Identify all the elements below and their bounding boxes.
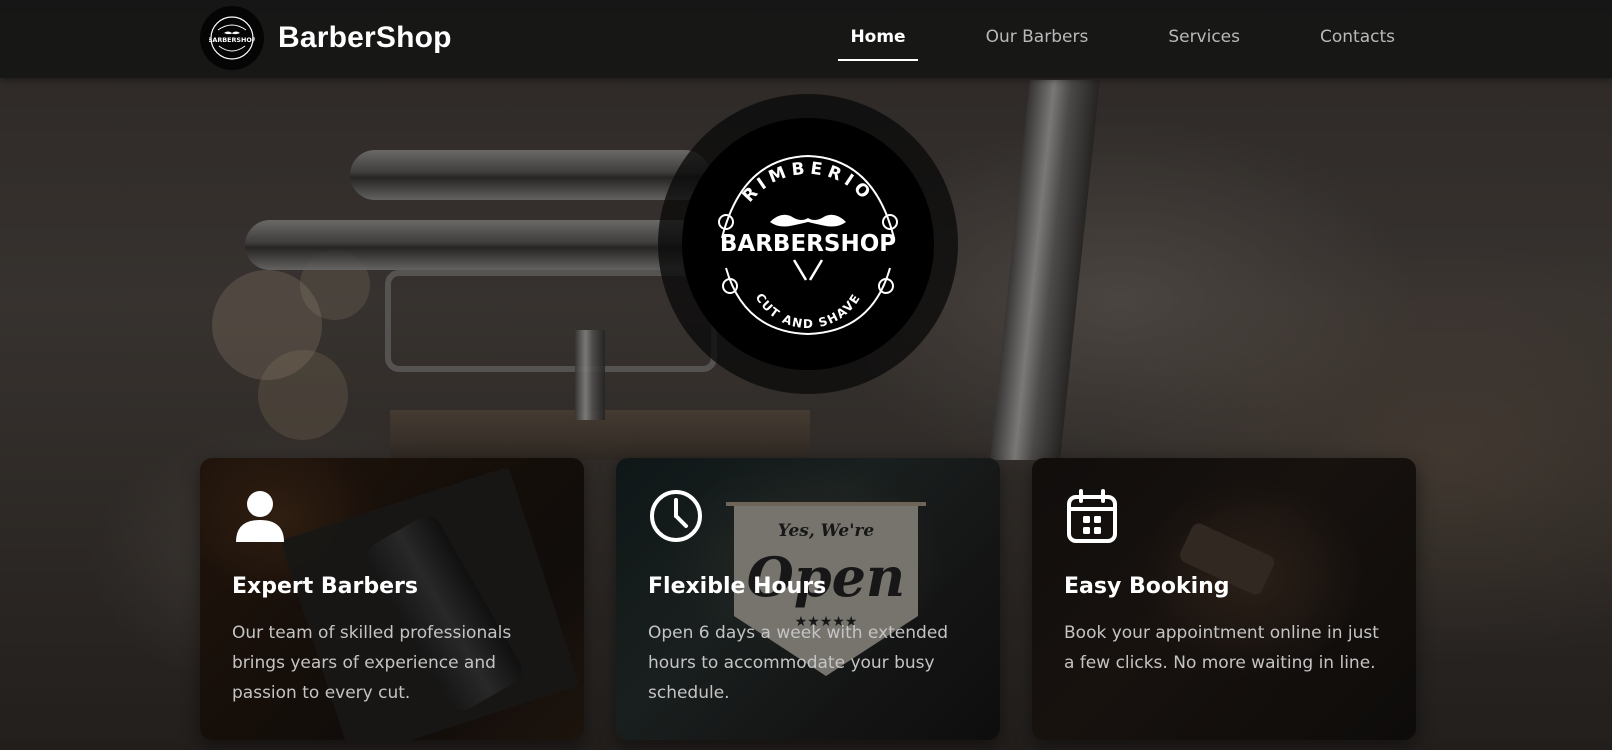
brand-logo: BARBERSHOP: [200, 6, 264, 70]
user-icon: [236, 491, 284, 542]
card-text: Book your appointment online in just a f…: [1064, 623, 1379, 673]
rimberio-emblem: RIMBERIO BARBERSHOP CUT AND SHAVE: [682, 118, 934, 370]
barbershop-logo-icon: BARBERSHOP: [209, 16, 255, 60]
nav-link-contacts[interactable]: Contacts: [1308, 17, 1407, 61]
svg-text:RIMBERIO: RIMBERIO: [739, 159, 878, 207]
feature-card-flexible-hours: Yes, We're Open ★★★★★ Flexible Hours Ope…: [616, 458, 1000, 740]
rimberio-logo-icon: RIMBERIO BARBERSHOP CUT AND SHAVE: [718, 154, 898, 336]
svg-text:BARBERSHOP: BARBERSHOP: [720, 231, 896, 257]
nav-menu: Home Our Barbers Services Contacts: [782, 0, 1407, 78]
brand-link[interactable]: BARBERSHOP BarberShop: [200, 6, 452, 70]
feature-card-easy-booking: Easy Booking Book your appointment onlin…: [1032, 458, 1416, 740]
clock-icon: [650, 490, 702, 542]
feature-card-expert-barbers: Expert Barbers Our team of skilled profe…: [200, 458, 584, 740]
card-text: Open 6 days a week with extended hours t…: [648, 623, 949, 703]
nav-link-our-barbers[interactable]: Our Barbers: [974, 17, 1101, 61]
nav-link-services[interactable]: Services: [1156, 17, 1252, 61]
svg-text:BARBERSHOP: BARBERSHOP: [209, 36, 255, 44]
card-title: Flexible Hours: [648, 574, 827, 599]
calendar-icon: [1067, 489, 1117, 543]
navbar: BARBERSHOP BarberShop Home Our Barbers S…: [0, 0, 1612, 78]
card-text: Our team of skilled professionals brings…: [232, 623, 512, 703]
card-title: Easy Booking: [1064, 574, 1230, 599]
brand-name: BarberShop: [278, 21, 452, 54]
card-title: Expert Barbers: [232, 574, 418, 599]
nav-link-home[interactable]: Home: [838, 17, 918, 61]
